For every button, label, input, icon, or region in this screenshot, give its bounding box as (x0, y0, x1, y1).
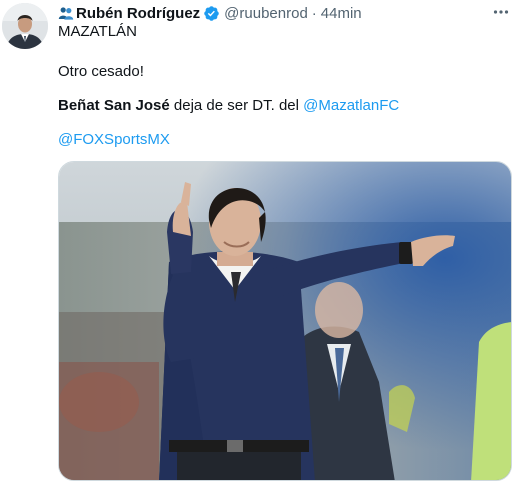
tweet-timestamp[interactable]: 44min (321, 5, 362, 22)
tweet-text-line-3: Beñat San José deja de ser DT. del @Maza… (58, 96, 399, 116)
more-icon (493, 10, 509, 14)
tweet-media-photo[interactable] (58, 161, 512, 481)
verified-badge-icon (204, 5, 219, 21)
mention-foxsportsmx-link[interactable]: @FOXSportsMX (58, 131, 170, 148)
photo-image (59, 162, 511, 480)
people-icon (58, 7, 74, 20)
tweet-text-fragment: deja de ser DT. del (169, 97, 304, 114)
author-handle[interactable]: @ruubenrod (224, 5, 308, 22)
author-name[interactable]: Rubén Rodríguez (76, 5, 200, 22)
mention-mazatlanfc-link[interactable]: @MazatlanFC (303, 97, 399, 114)
separator-dot: · (311, 4, 317, 22)
avatar[interactable] (2, 3, 48, 49)
tweet-text-line-1: MAZATLÁN (58, 23, 137, 40)
tweet-text-line-4: @FOXSportsMX (58, 130, 170, 150)
coach-name: Beñat San José (58, 97, 170, 114)
tweet-text-line-2: Otro cesado! (58, 63, 144, 80)
more-options-button[interactable] (490, 3, 512, 21)
tweet-header: Rubén Rodríguez @ruubenrod · 44min (58, 4, 508, 22)
tweet-card[interactable]: Rubén Rodríguez @ruubenrod · 44min MAZAT… (0, 0, 518, 483)
avatar-image (2, 3, 48, 49)
